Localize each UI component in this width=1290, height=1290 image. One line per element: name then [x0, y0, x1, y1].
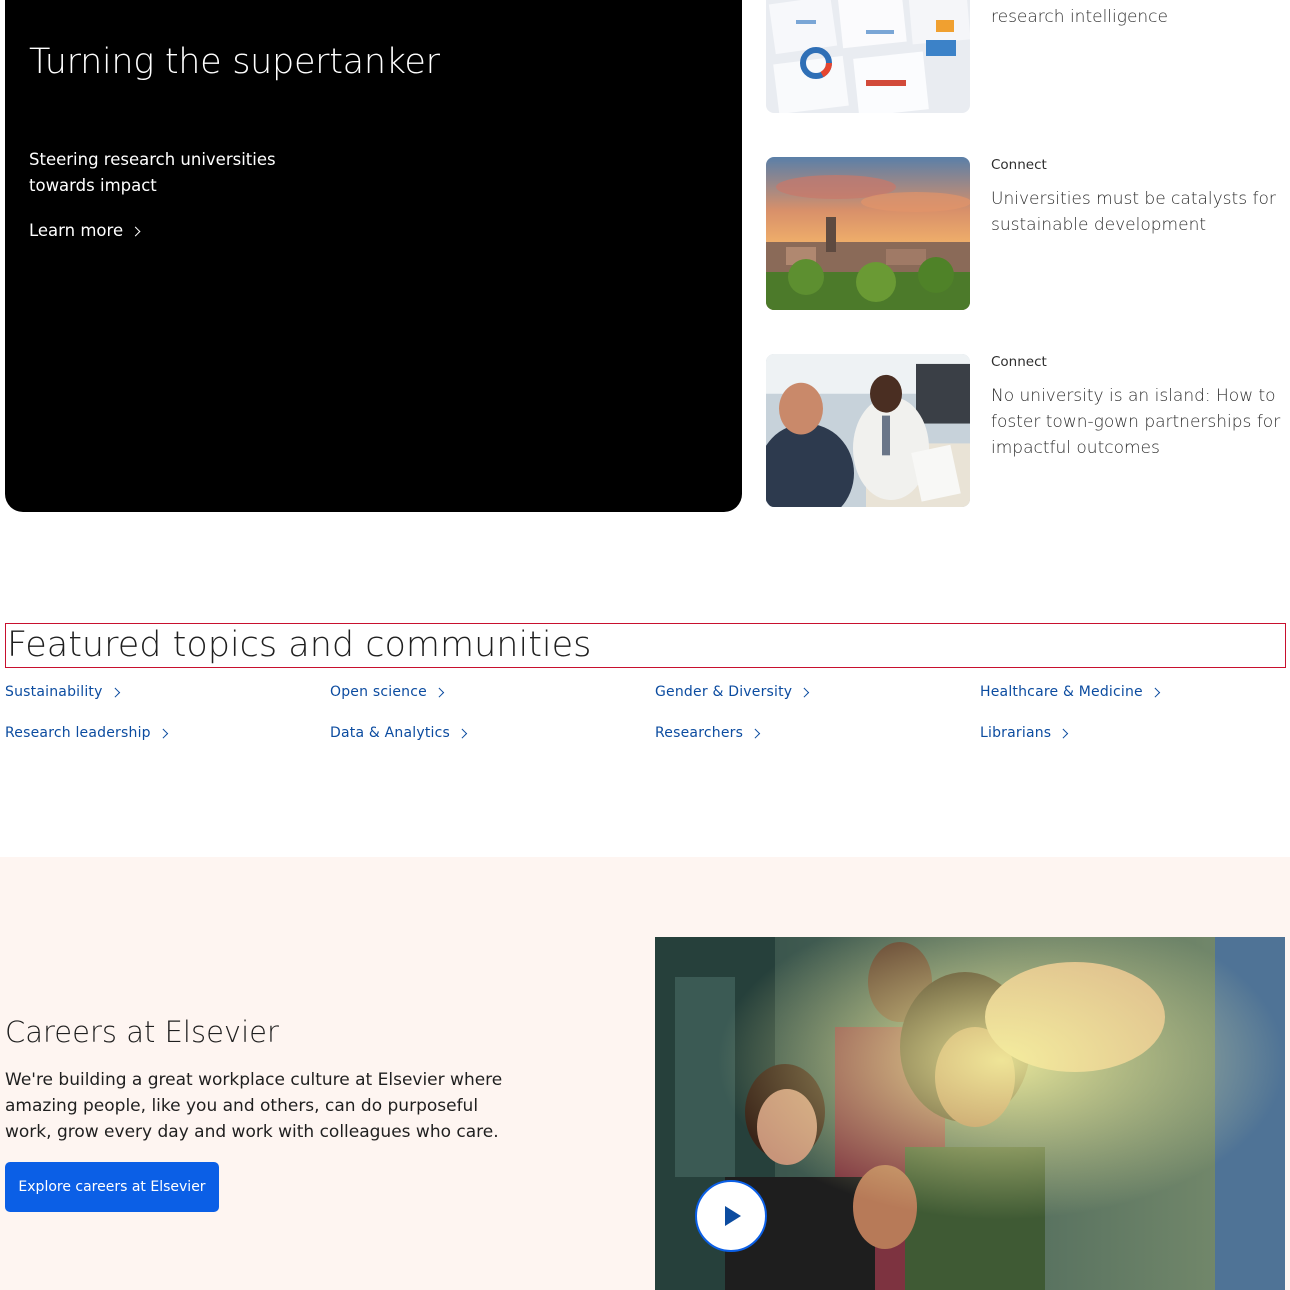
- topic-label: Open science: [330, 684, 427, 700]
- play-button[interactable]: [695, 1180, 767, 1252]
- chevron-right-icon: [457, 728, 467, 739]
- topic-label: Research leadership: [5, 725, 151, 741]
- learn-more-label: Learn more: [29, 221, 124, 240]
- article-category: Connect: [991, 157, 1047, 173]
- careers-description: We're building a great workplace culture…: [5, 1070, 503, 1142]
- topic-link-gender-diversity[interactable]: Gender & Diversity: [655, 684, 810, 700]
- topic-label: Sustainability: [5, 684, 103, 700]
- topic-link-open-science[interactable]: Open science: [330, 684, 444, 700]
- hero-title: Turning the supertanker: [29, 42, 440, 82]
- hero-subtitle: Steering research universities towards i…: [29, 150, 276, 195]
- chevron-right-icon: [130, 226, 141, 237]
- chevron-right-icon: [1058, 728, 1069, 739]
- explore-careers-button[interactable]: Explore careers at Elsevier: [5, 1162, 219, 1212]
- careers-video[interactable]: [655, 937, 1285, 1290]
- article-thumbnail: [766, 0, 970, 113]
- topic-label: Researchers: [655, 725, 744, 741]
- topic-link-data-analytics[interactable]: Data & Analytics: [330, 725, 467, 741]
- topic-label: Healthcare & Medicine: [980, 684, 1143, 700]
- featured-topics-heading: Featured topics and communities: [5, 623, 1286, 668]
- chevron-right-icon: [799, 687, 810, 698]
- careers-heading: Careers at Elsevier: [5, 1015, 279, 1049]
- chevron-right-icon: [434, 687, 444, 698]
- topic-label: Librarians: [980, 725, 1052, 741]
- learn-more-link[interactable]: Learn more: [29, 219, 141, 243]
- article-card[interactable]: Putting the “competitive” into research …: [766, 0, 1286, 113]
- chevron-right-icon: [110, 687, 120, 698]
- chevron-right-icon: [1150, 687, 1160, 698]
- topic-link-healthcare-medicine[interactable]: Healthcare & Medicine: [980, 684, 1160, 700]
- article-category: Connect: [991, 354, 1047, 370]
- topic-link-sustainability[interactable]: Sustainability: [5, 684, 120, 700]
- article-title[interactable]: No university is an island: How to foste…: [991, 383, 1287, 461]
- article-thumbnail: [766, 354, 970, 507]
- chevron-right-icon: [750, 728, 760, 739]
- topic-label: Data & Analytics: [330, 725, 451, 741]
- article-thumbnail: [766, 157, 970, 310]
- article-title[interactable]: Putting the “competitive” into research …: [991, 0, 1287, 30]
- careers-section: Careers at Elsevier We're building a gre…: [0, 857, 1290, 1290]
- article-card[interactable]: Connect Universities must be catalysts f…: [766, 157, 1286, 310]
- topic-link-research-leadership[interactable]: Research leadership: [5, 725, 168, 741]
- chevron-right-icon: [158, 728, 168, 739]
- hero-card: Turning the supertanker Steering researc…: [5, 0, 742, 512]
- article-title[interactable]: Universities must be catalysts for susta…: [991, 186, 1287, 238]
- topic-link-researchers[interactable]: Researchers: [655, 725, 760, 741]
- topic-label: Gender & Diversity: [655, 684, 793, 700]
- article-card[interactable]: Connect No university is an island: How …: [766, 354, 1286, 508]
- play-icon: [725, 1206, 741, 1226]
- topic-link-librarians[interactable]: Librarians: [980, 725, 1069, 741]
